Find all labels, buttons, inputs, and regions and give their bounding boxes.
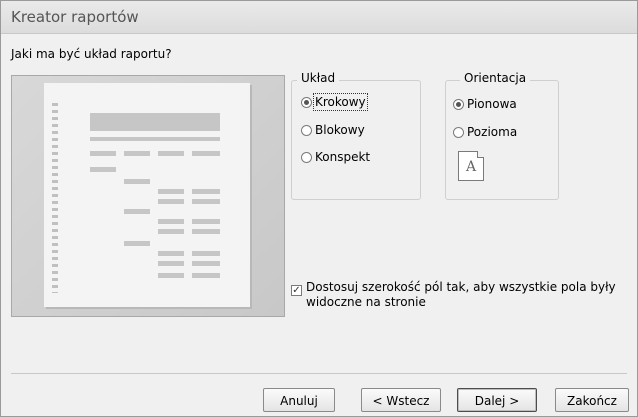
preview-page	[44, 83, 250, 307]
orientation-option-pionowa-label: Pionowa	[467, 97, 517, 111]
radio-blokowy[interactable]	[301, 124, 312, 136]
finish-button[interactable]: Zakończ	[555, 388, 629, 412]
radio-krokowy[interactable]	[301, 96, 312, 108]
adjust-width-label[interactable]: Dostosuj szerokość pól tak, aby wszystki…	[306, 280, 616, 310]
layout-option-krokowy[interactable]: Krokowy	[301, 93, 368, 111]
cancel-button[interactable]: Anuluj	[263, 388, 335, 412]
layout-option-krokowy-label: Krokowy	[313, 93, 368, 111]
window-title: Kreator raportów	[11, 8, 139, 26]
layout-question: Jaki ma być układ raportu?	[11, 47, 172, 61]
layout-option-konspekt[interactable]: Konspekt	[301, 150, 370, 164]
layout-preview-image	[11, 75, 285, 317]
radio-pozioma[interactable]	[453, 126, 464, 138]
radio-pionowa[interactable]	[453, 98, 464, 110]
portrait-page-icon: A	[458, 151, 484, 181]
orientation-group-legend: Orientacja	[460, 71, 531, 85]
report-wizard-window: Kreator raportów Jaki ma być układ rapor…	[0, 0, 638, 417]
orientation-option-pionowa[interactable]: Pionowa	[453, 97, 517, 111]
layout-option-konspekt-label: Konspekt	[315, 150, 371, 164]
orientation-option-pozioma-label: Pozioma	[467, 125, 518, 139]
layout-option-blokowy-label: Blokowy	[315, 123, 365, 137]
orientation-option-pozioma[interactable]: Pozioma	[453, 125, 517, 139]
next-button[interactable]: Dalej >	[457, 388, 537, 412]
layout-option-blokowy[interactable]: Blokowy	[301, 123, 365, 137]
title-bar: Kreator raportów	[1, 1, 637, 34]
adjust-width-checkbox[interactable]: ✓	[291, 285, 302, 296]
radio-konspekt[interactable]	[301, 151, 312, 163]
footer-separator	[11, 373, 627, 374]
back-button[interactable]: < Wstecz	[361, 388, 441, 412]
layout-group-legend: Układ	[297, 71, 340, 85]
